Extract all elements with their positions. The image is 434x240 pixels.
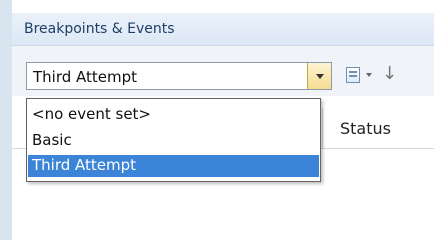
combo-dropdown-arrow-icon[interactable] — [307, 63, 331, 89]
event-set-select[interactable]: Third Attempt — [26, 62, 332, 90]
document-list-icon[interactable] — [346, 67, 360, 83]
column-header-status[interactable]: Status — [340, 119, 391, 138]
event-set-value: Third Attempt — [33, 68, 138, 86]
column-separator[interactable] — [322, 108, 323, 148]
panel-title-bar: Breakpoints & Events — [12, 13, 434, 46]
dropdown-option-no-event-set[interactable]: <no event set> — [28, 104, 319, 126]
panel-title: Breakpoints & Events — [24, 21, 175, 37]
breakpoints-events-window: Breakpoints & Events Third Attempt ↓ Sta… — [0, 0, 434, 240]
chevron-down-icon[interactable] — [366, 73, 372, 77]
breakpoints-events-panel: Breakpoints & Events Third Attempt ↓ Sta… — [12, 0, 434, 240]
dropdown-option-basic[interactable]: Basic — [28, 130, 319, 152]
panel-toolbar: Third Attempt ↓ — [12, 46, 434, 96]
dropdown-option-third-attempt[interactable]: Third Attempt — [28, 155, 319, 177]
event-set-dropdown-list: <no event set> Basic Third Attempt — [26, 98, 321, 182]
window-left-border — [0, 0, 12, 240]
arrow-down-icon[interactable]: ↓ — [382, 63, 397, 85]
